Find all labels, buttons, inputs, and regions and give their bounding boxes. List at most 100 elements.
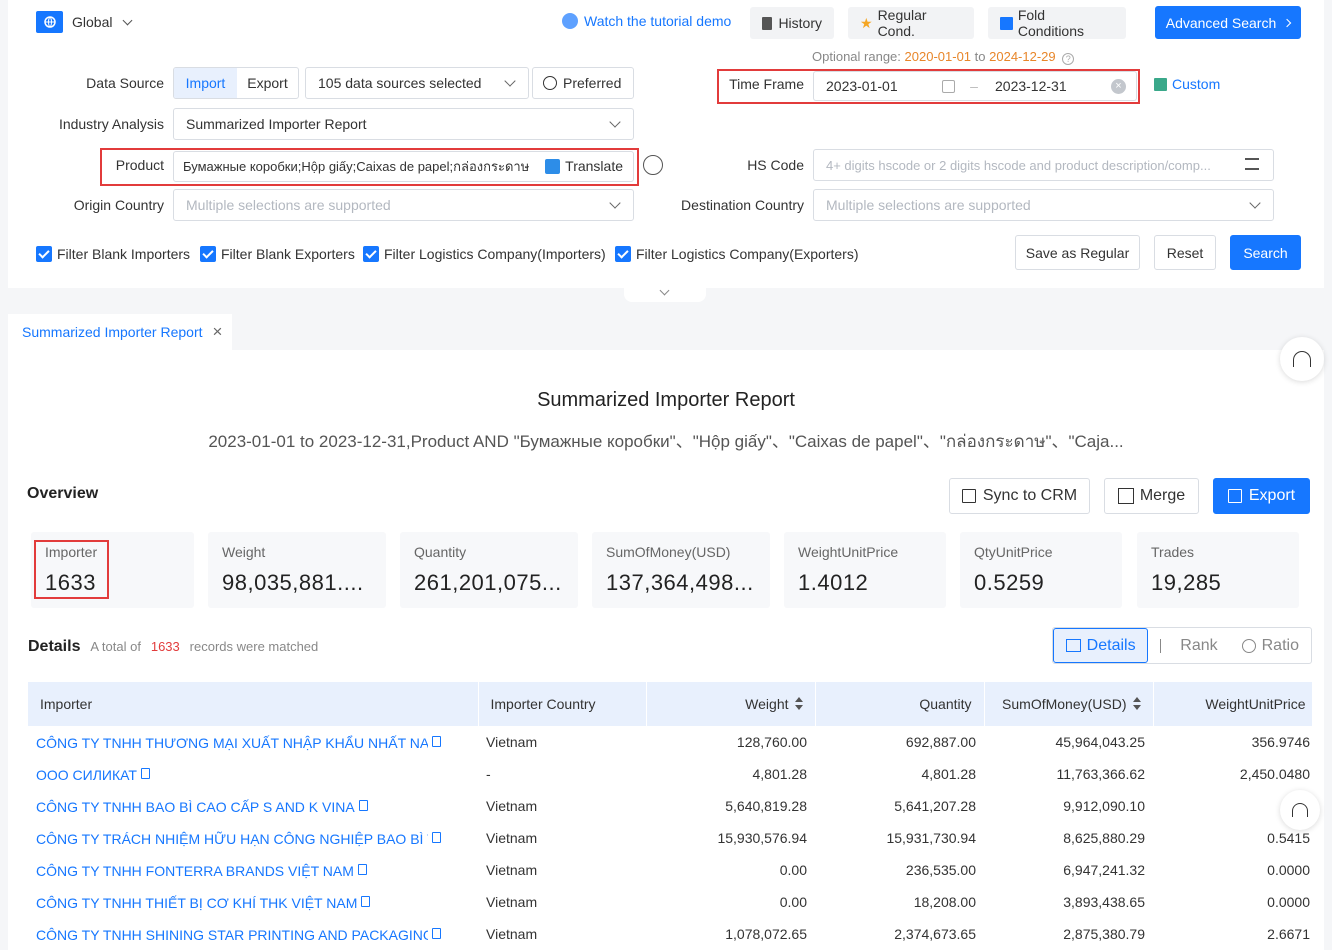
calendar-icon[interactable] (942, 80, 955, 93)
stat-card-weight: Weight 98,035,881.... (208, 532, 386, 608)
date-end-input[interactable]: 2023-12-31 × (983, 71, 1137, 101)
sync-crm-label: Sync to CRM (982, 487, 1078, 504)
optional-range-to: to (974, 49, 986, 64)
checkbox-checked-icon[interactable] (200, 246, 216, 262)
history-button[interactable]: History (750, 7, 834, 39)
hs-code-input[interactable]: 4+ digits hscode or 2 digits hscode and … (813, 149, 1274, 181)
advanced-search-button[interactable]: Advanced Search (1155, 6, 1301, 39)
copy-icon[interactable] (432, 928, 441, 940)
importer-name-link[interactable]: CÔNG TY TNHH THIẾT BỊ CƠ KHÍ THK VIỆT NA… (28, 886, 478, 918)
quantity-cell: 2,374,673.65 (894, 926, 976, 942)
importer-name-link[interactable]: CÔNG TY TNHH BAO BÌ CAO CẤP S AND K VINA (28, 790, 478, 822)
importer-name-link[interactable]: CÔNG TY TRÁCH NHIỆM HỮU HẠN CÔNG NGHIỆP … (28, 822, 478, 854)
support-icon[interactable] (1280, 790, 1320, 830)
product-input[interactable]: Бумажные коробки;Hộp giấy;Caixas de pape… (173, 151, 634, 182)
export-tab[interactable]: Export (237, 68, 298, 98)
export-button[interactable]: Export (1213, 478, 1310, 514)
col-weightunitprice: WeightUnitPrice (1153, 682, 1313, 726)
country-cell: Vietnam (486, 926, 538, 942)
tutorial-link[interactable]: Watch the tutorial demo (562, 13, 731, 29)
collapse-handle[interactable] (624, 285, 706, 302)
regular-cond-button[interactable]: ★ Regular Cond. (848, 7, 974, 39)
preferred-button[interactable]: Preferred (532, 67, 634, 99)
clear-icon[interactable]: × (1111, 79, 1126, 94)
filter-blank-importers[interactable]: Filter Blank Importers (36, 246, 190, 262)
view-details-button[interactable]: Details (1053, 628, 1149, 663)
col-weight[interactable]: Weight (646, 682, 816, 726)
industry-label: Industry Analysis (58, 116, 164, 132)
stat-card-quantity: Quantity 261,201,075... (400, 532, 578, 608)
copy-icon[interactable] (357, 864, 367, 876)
custom-link[interactable]: Custom (1154, 76, 1220, 92)
support-icon[interactable] (1280, 337, 1324, 381)
fold-conditions-button[interactable]: Fold Conditions (988, 7, 1126, 39)
stat-title: Weight (222, 544, 266, 560)
check-circle-icon (543, 76, 557, 90)
industry-select[interactable]: Summarized Importer Report (173, 108, 634, 140)
chevron-right-icon (1283, 18, 1292, 27)
sort-icon[interactable] (1132, 697, 1141, 711)
sync-crm-button[interactable]: Sync to CRM (949, 478, 1090, 514)
table-row: CÔNG TY TNHH FONTERRA BRANDS VIỆT NAM Vie… (28, 854, 1312, 886)
col-label: Importer (40, 696, 93, 712)
importer-name[interactable]: CÔNG TY TNHH THIẾT BỊ CƠ KHÍ THK VIỆT NA… (36, 895, 357, 911)
sync-icon (961, 489, 976, 503)
date-start-input[interactable]: 2023-01-01 (813, 71, 965, 101)
copy-icon[interactable] (432, 832, 441, 844)
stat-value: 98,035,881.... (222, 570, 364, 595)
filter-logistics-exporters[interactable]: Filter Logistics Company(Exporters) (615, 246, 859, 262)
help-icon[interactable]: ? (1062, 53, 1075, 65)
importer-name[interactable]: CÔNG TY TNHH THƯƠNG MẠI XUẤT NHẬP KHẨU N… (36, 735, 428, 751)
reset-button[interactable]: Reset (1154, 235, 1216, 270)
importer-name[interactable]: CÔNG TY TNHH BAO BÌ CAO CẤP S AND K VINA (36, 799, 355, 815)
copy-icon[interactable] (358, 800, 368, 812)
filter-label: Filter Blank Exporters (221, 246, 355, 262)
sort-icon[interactable] (794, 697, 803, 711)
copy-icon[interactable] (361, 896, 371, 908)
history-label: History (778, 15, 822, 31)
report-subtitle: 2023-01-01 to 2023-12-31,Product AND "Бу… (208, 432, 1124, 451)
merge-button[interactable]: Merge (1104, 478, 1199, 514)
view-ratio-button[interactable]: Ratio (1230, 628, 1311, 663)
origin-country-select[interactable]: Multiple selections are supported (173, 189, 634, 221)
list-icon[interactable] (1245, 158, 1259, 170)
copy-icon[interactable] (140, 768, 150, 780)
filter-blank-exporters[interactable]: Filter Blank Exporters (200, 246, 355, 262)
importer-name[interactable]: CÔNG TY TRÁCH NHIỆM HỮU HẠN CÔNG NGHIỆP … (36, 831, 428, 847)
col-sumofmoney[interactable]: SumOfMoney(USD) (984, 682, 1154, 726)
tab-summarized-importer-report[interactable]: Summarized Importer Report × (8, 314, 232, 350)
importer-name-link[interactable]: CÔNG TY TNHH FONTERRA BRANDS VIỆT NAM (28, 854, 478, 886)
quantity-cell: 5,641,207.28 (894, 798, 976, 814)
translate-button[interactable]: Translate (545, 158, 623, 174)
save-regular-button[interactable]: Save as Regular (1015, 235, 1140, 270)
search-button[interactable]: Search (1230, 235, 1301, 270)
importer-name[interactable]: CÔNG TY TNHH FONTERRA BRANDS VIỆT NAM (36, 863, 354, 879)
data-sources-select[interactable]: 105 data sources selected (305, 67, 529, 99)
regular-cond-label: Regular Cond. (877, 7, 927, 39)
importer-name-link[interactable]: CÔNG TY TNHH THƯƠNG MẠI XUẤT NHẬP KHẨU N… (28, 726, 478, 758)
view-rank-button[interactable]: Rank (1148, 628, 1229, 663)
importer-name[interactable]: CÔNG TY TNHH SHINING STAR PRINTING AND P… (36, 927, 428, 943)
importer-name[interactable]: ООО СИЛИКАТ (36, 767, 137, 783)
star-icon: ★ (860, 14, 873, 31)
close-icon[interactable]: × (213, 322, 223, 342)
sumofmoney-cell: 11,763,366.62 (1056, 766, 1146, 782)
import-tab[interactable]: Import (174, 68, 237, 98)
checkbox-checked-icon[interactable] (363, 246, 379, 262)
weightunitprice-cell: 0.5415 (1267, 830, 1310, 846)
weightunitprice-cell: 2,450.0480 (1239, 766, 1310, 782)
rank-icon (1160, 638, 1174, 653)
checkbox-checked-icon[interactable] (615, 246, 631, 262)
checkbox-checked-icon[interactable] (36, 246, 52, 262)
country-cell: Vietnam (486, 830, 538, 846)
filter-logistics-importers[interactable]: Filter Logistics Company(Importers) (363, 246, 606, 262)
importer-name-link[interactable]: CÔNG TY TNHH SHINING STAR PRINTING AND P… (28, 918, 478, 950)
sumofmoney-cell: 2,875,380.79 (1063, 926, 1145, 942)
region-selector[interactable]: Global (36, 11, 133, 33)
col-label: WeightUnitPrice (1205, 696, 1306, 712)
destination-country-select[interactable]: Multiple selections are supported (813, 189, 1274, 221)
advanced-search-label: Advanced Search (1165, 14, 1277, 31)
product-options-icon[interactable] (643, 155, 663, 175)
copy-icon[interactable] (432, 736, 441, 748)
importer-name-link[interactable]: ООО СИЛИКАТ (28, 758, 478, 790)
